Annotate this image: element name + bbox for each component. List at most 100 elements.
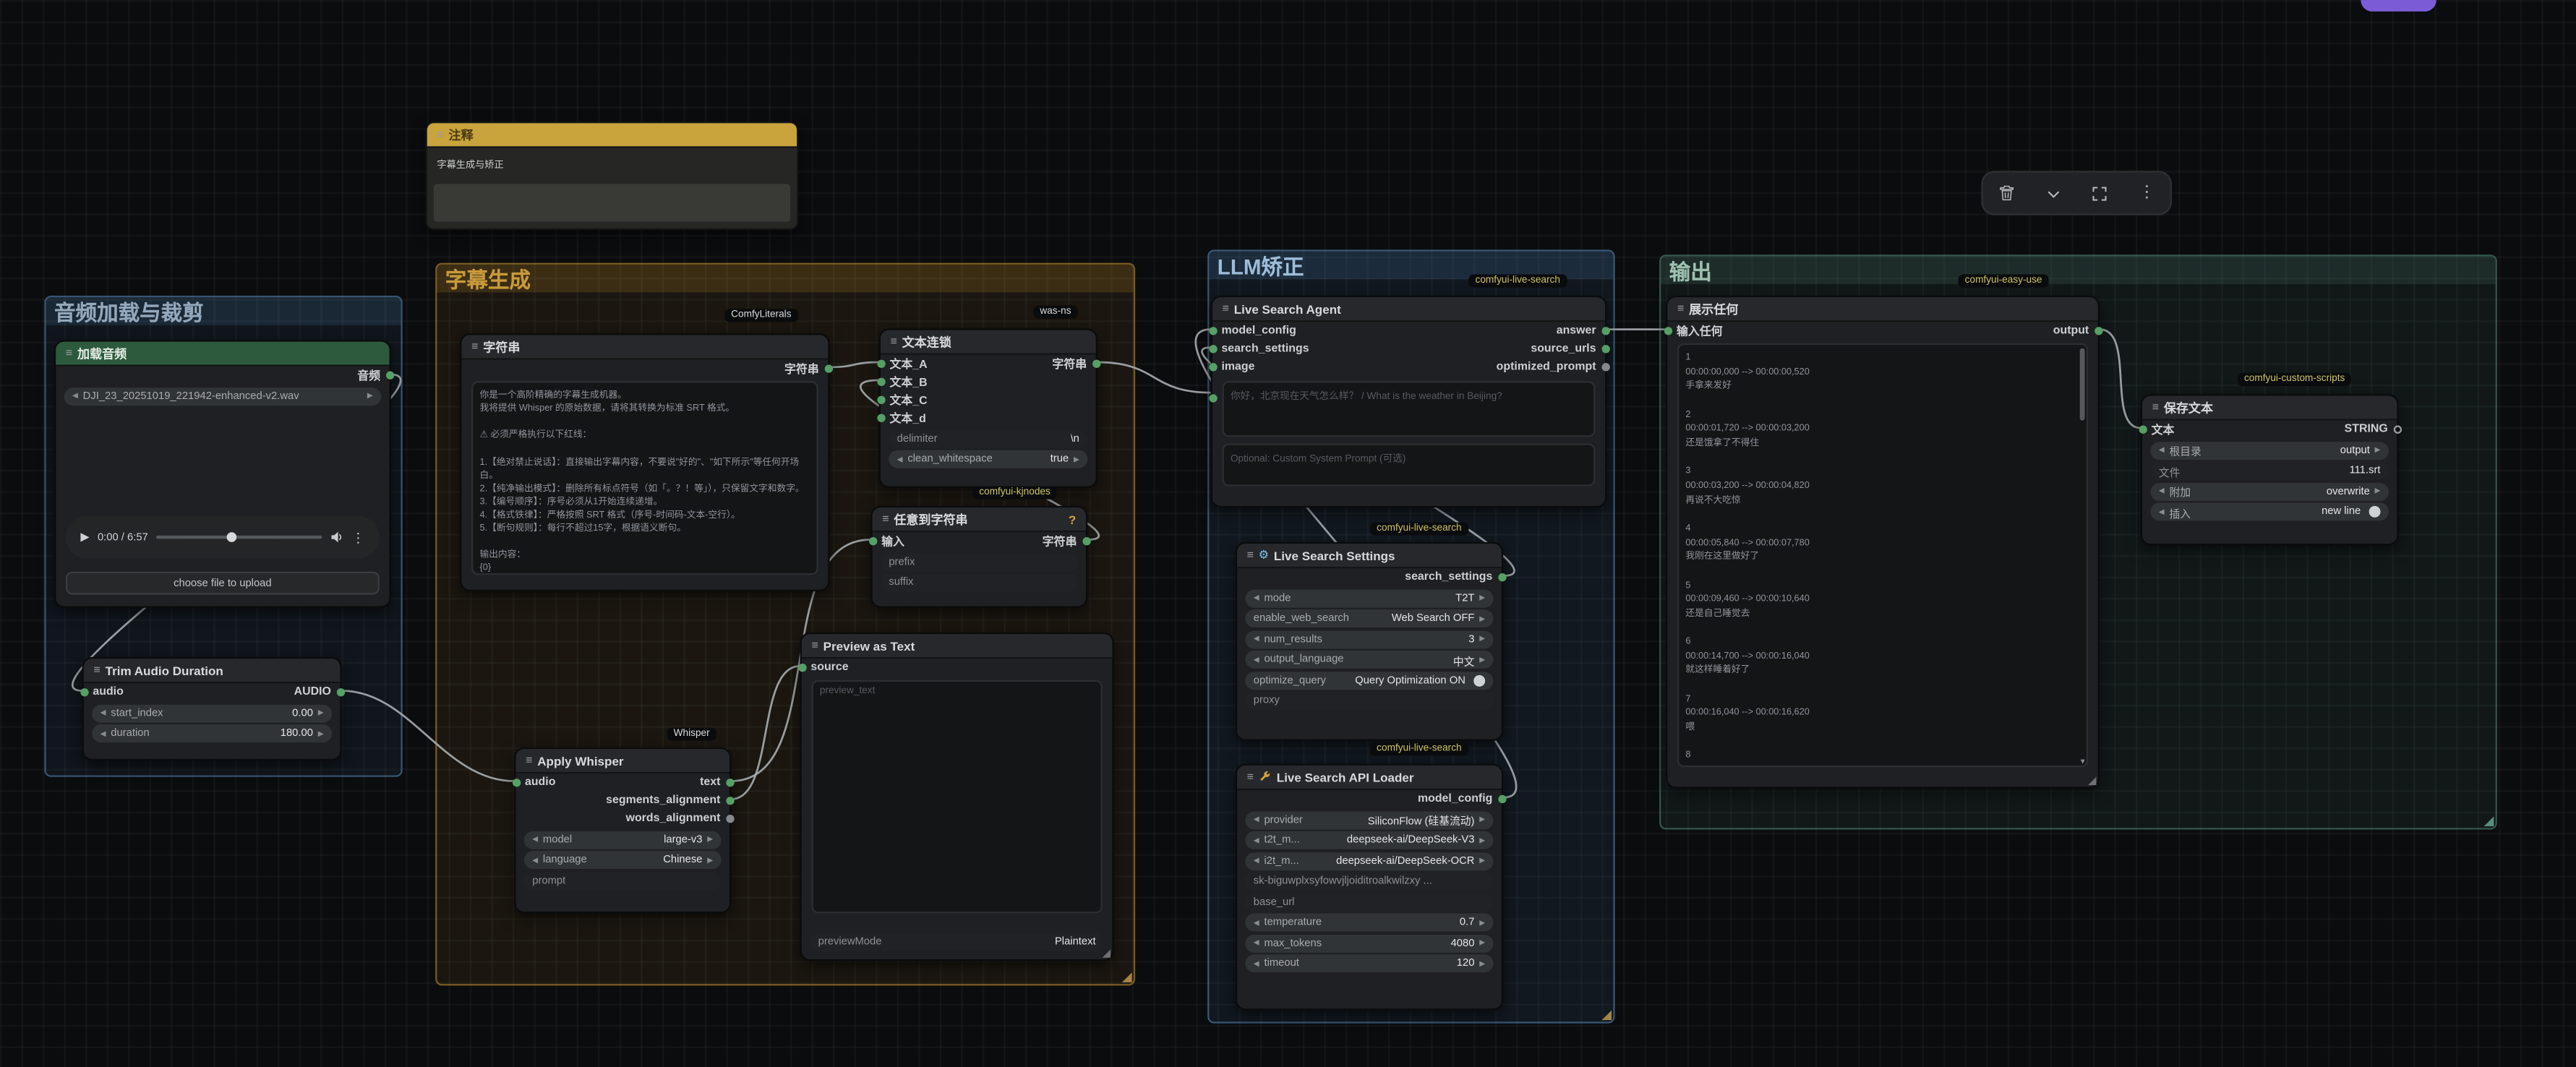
- output-port-words[interactable]: words_alignment: [626, 813, 718, 825]
- decrement-arrow[interactable]: ◀: [1254, 815, 1259, 825]
- preview-textarea[interactable]: preview_text: [812, 680, 1103, 914]
- string-textarea[interactable]: 你是一个高阶精确的字幕生成机器。 我将提供 Whisper 的原始数据，请将其转…: [471, 381, 818, 575]
- output-port-string[interactable]: STRING: [2345, 424, 2386, 435]
- increment-arrow[interactable]: ▶: [1479, 593, 1485, 603]
- node-trim-audio[interactable]: ≡ Trim Audio Duration audio AUDIO ◀ star…: [82, 657, 342, 760]
- widget-api-key[interactable]: sk-biguwplxsyfowvjljoiditroalkwilzxy ...: [1245, 873, 1493, 891]
- increment-arrow[interactable]: ▶: [1479, 614, 1485, 624]
- output-port-string[interactable]: 字符串: [1043, 533, 1074, 549]
- decrement-arrow[interactable]: ◀: [1254, 938, 1259, 948]
- scroll-down-icon[interactable]: ▼: [2079, 758, 2087, 766]
- input-port-text-b[interactable]: 文本_B: [892, 374, 928, 390]
- increment-arrow[interactable]: ▶: [2375, 445, 2381, 455]
- group-resize-handle[interactable]: [1601, 1010, 1612, 1020]
- system-prompt-textarea[interactable]: Optional: Custom System Prompt (可选): [1223, 444, 1596, 487]
- decrement-arrow[interactable]: ◀: [1254, 634, 1259, 644]
- user-input-textarea[interactable]: 你好，北京现在天气怎么样？ / What is the weather in B…: [1223, 381, 1596, 437]
- more-options-icon[interactable]: ⋮: [2131, 176, 2163, 209]
- increment-arrow[interactable]: ▶: [2375, 487, 2381, 497]
- output-port-segments[interactable]: segments_alignment: [606, 795, 718, 807]
- node-text-concat[interactable]: ≡ 文本连锁 文本_A 字符串 文本_B 文本_C 文本_d: [879, 328, 1097, 487]
- output-port-answer[interactable]: answer: [1557, 325, 1593, 337]
- node-header[interactable]: ≡ Live Search Agent: [1212, 297, 1605, 322]
- canvas-toolbar[interactable]: ⋮: [1981, 171, 2172, 215]
- node-live-search-agent[interactable]: ≡ Live Search Agent model_config answer …: [1211, 296, 1607, 507]
- node-header[interactable]: ≡ 文本连锁: [881, 330, 1096, 355]
- collapse-icon[interactable]: ≡: [882, 513, 889, 525]
- collapse-icon[interactable]: ≡: [2152, 402, 2159, 413]
- output-port-source-urls[interactable]: source_urls: [1531, 343, 1593, 355]
- group-resize-handle[interactable]: [1122, 972, 1132, 982]
- decrement-arrow[interactable]: ◀: [1254, 593, 1259, 603]
- widget-enable-web-search[interactable]: enable_web_search Web Search OFF ▶: [1245, 609, 1493, 627]
- node-save-text[interactable]: ≡ 保存文本 文本 STRING ◀ 根目录 output ▶ 文件 111.s…: [2141, 394, 2399, 545]
- help-icon[interactable]: ?: [1069, 512, 1076, 526]
- widget-prefix[interactable]: prefix: [881, 553, 1078, 571]
- widget-duration[interactable]: ◀ duration 180.00 ▶: [92, 724, 332, 742]
- increment-arrow[interactable]: ▶: [707, 855, 713, 865]
- prev-arrow[interactable]: ◀: [72, 391, 78, 401]
- fit-view-icon[interactable]: [2084, 176, 2116, 209]
- node-apply-whisper[interactable]: ≡ Apply Whisper audio text segments_alig…: [514, 747, 731, 914]
- widget-suffix[interactable]: suffix: [881, 573, 1078, 591]
- node-live-search-api-loader[interactable]: ≡ Live Search API Loader model_config ◀ …: [1236, 764, 1503, 1011]
- widget-preview-mode[interactable]: previewMode Plaintext: [810, 933, 1104, 951]
- collapse-icon[interactable]: ≡: [526, 755, 532, 766]
- note-text[interactable]: 字幕生成与矫正: [427, 148, 797, 179]
- increment-arrow[interactable]: ▶: [1479, 835, 1485, 845]
- output-port-search-settings[interactable]: search_settings: [1405, 572, 1490, 583]
- node-header[interactable]: ≡ ⚙ Live Search Settings: [1237, 544, 1502, 568]
- collapse-icon[interactable]: ≡: [471, 341, 478, 353]
- volume-icon[interactable]: [330, 531, 343, 544]
- input-port-audio[interactable]: audio: [95, 687, 124, 698]
- widget-start-index[interactable]: ◀ start_index 0.00 ▶: [92, 704, 332, 722]
- decrement-arrow[interactable]: ◀: [1254, 655, 1259, 665]
- input-port-text[interactable]: 文本: [2154, 421, 2174, 438]
- audio-player[interactable]: ▶ 0:00 / 6:57 ⋮: [66, 516, 380, 559]
- show-any-text[interactable]: 1 00:00:00,000 --> 00:00:00,520 手拿来发好 2 …: [1679, 345, 2087, 766]
- widget-model[interactable]: ◀ model large-v3 ▶: [524, 831, 722, 849]
- output-port-string[interactable]: 字符串: [1052, 356, 1084, 372]
- widget-base-url[interactable]: base_url: [1245, 893, 1493, 911]
- output-port-string[interactable]: 字符串: [784, 361, 816, 377]
- input-port-source[interactable]: source: [813, 662, 849, 674]
- upload-button[interactable]: choose file to upload: [66, 572, 380, 595]
- node-preview-as-text[interactable]: ≡ Preview as Text source preview_text pr…: [800, 633, 1114, 961]
- output-port-optimized-prompt[interactable]: optimized_prompt: [1497, 361, 1593, 373]
- widget-temperature[interactable]: ◀ temperature 0.7 ▶: [1245, 913, 1493, 931]
- widget-file[interactable]: 文件 111.srt: [2150, 462, 2388, 480]
- toggle-knob[interactable]: [2369, 506, 2381, 518]
- widget-language[interactable]: ◀ language Chinese ▶: [524, 851, 722, 869]
- node-canvas[interactable]: 音频加载与裁剪 字幕生成 LLM矫正 输出 ≡ 注释 字幕生成与矫正 Comfy: [0, 0, 2576, 1067]
- node-header[interactable]: ≡ Live Search API Loader: [1237, 766, 1502, 790]
- widget-timeout[interactable]: ◀ timeout 120 ▶: [1245, 954, 1493, 972]
- increment-arrow[interactable]: ▶: [1479, 856, 1485, 866]
- decrement-arrow[interactable]: ◀: [2159, 487, 2165, 497]
- queue-pill[interactable]: [2361, 0, 2436, 12]
- trash-icon[interactable]: [1990, 176, 2022, 209]
- node-show-any[interactable]: ≡ 展示任何 输入任何 output 1 00:00:00,000 --> 00…: [1666, 296, 2100, 789]
- decrement-arrow[interactable]: ◀: [1254, 917, 1259, 927]
- widget-max-tokens[interactable]: ◀ max_tokens 4080 ▶: [1245, 934, 1493, 952]
- widget-output-language[interactable]: ◀ output_language 中文 ▶: [1245, 651, 1493, 669]
- output-port-text[interactable]: text: [700, 777, 718, 789]
- decrement-arrow[interactable]: ◀: [100, 729, 106, 739]
- decrement-arrow[interactable]: ◀: [2159, 445, 2165, 455]
- increment-arrow[interactable]: ▶: [1479, 634, 1485, 644]
- input-port-audio[interactable]: audio: [527, 777, 555, 789]
- widget-mode[interactable]: ◀ mode T2T ▶: [1245, 589, 1493, 607]
- widget-optimize-query[interactable]: optimize_query Query Optimization ON: [1245, 671, 1493, 689]
- widget-delimiter[interactable]: delimiter \n: [889, 429, 1087, 447]
- input-port-image[interactable]: image: [1224, 361, 1255, 373]
- widget-root-dir[interactable]: ◀ 根目录 output ▶: [2150, 441, 2388, 459]
- node-header[interactable]: ≡ 加载音频: [56, 342, 389, 367]
- output-port-model-config[interactable]: model_config: [1418, 794, 1490, 805]
- node-header[interactable]: ≡ 展示任何: [1667, 297, 2097, 322]
- play-icon[interactable]: ▶: [80, 531, 89, 544]
- node-header[interactable]: ≡ Trim Audio Duration: [84, 659, 340, 683]
- player-menu-icon[interactable]: ⋮: [351, 530, 364, 544]
- node-header[interactable]: ≡ 字符串: [462, 335, 829, 360]
- node-header[interactable]: ≡ 任意到字符串 ?: [873, 507, 1086, 532]
- increment-arrow[interactable]: ▶: [1479, 959, 1485, 969]
- input-port-search-settings[interactable]: search_settings: [1224, 343, 1309, 355]
